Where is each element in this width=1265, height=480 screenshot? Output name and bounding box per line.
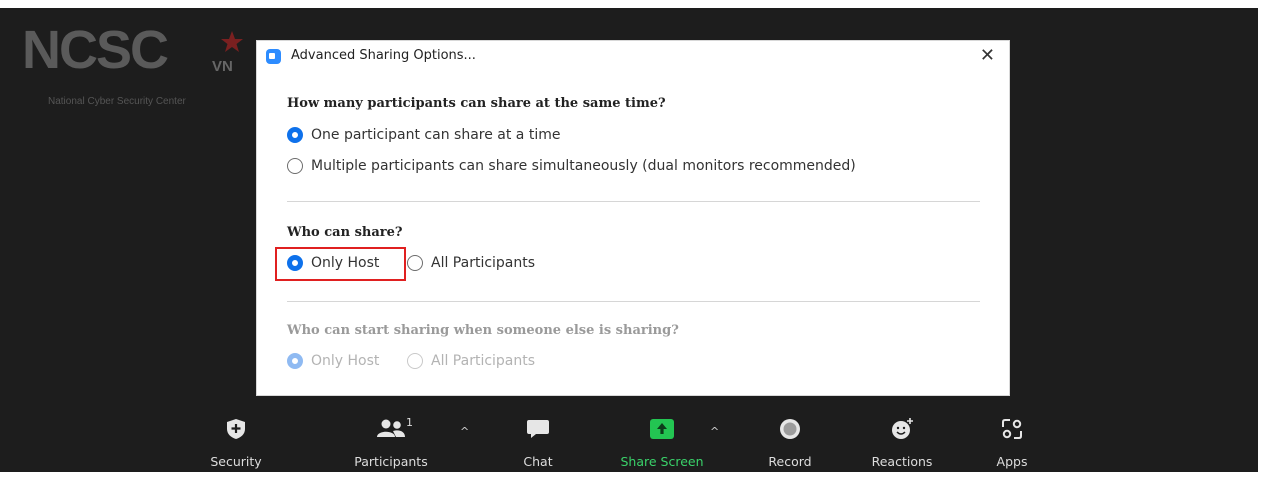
question-simultaneous-share: How many participants can share at the s… xyxy=(287,96,666,111)
close-icon[interactable]: ✕ xyxy=(980,45,995,66)
apps-icon xyxy=(1000,418,1024,440)
radio-unselected-icon xyxy=(407,255,423,271)
radio-selected-icon xyxy=(287,353,303,369)
radio-option-multiple-participants[interactable]: Multiple participants can share simultan… xyxy=(287,158,856,174)
share-screen-caret-icon[interactable]: ^ xyxy=(710,425,719,438)
radio-selected-icon xyxy=(287,127,303,143)
option-label: Only Host xyxy=(311,255,380,271)
participants-label: Participants xyxy=(354,454,428,469)
security-button[interactable]: Security xyxy=(206,412,266,469)
section-divider xyxy=(287,201,980,202)
share-screen-icon xyxy=(650,418,674,440)
option-label: Only Host xyxy=(311,353,380,369)
apps-button[interactable]: Apps xyxy=(990,412,1034,469)
zoom-app-icon xyxy=(266,49,281,64)
watermark-organization: National Cyber Security Center xyxy=(48,96,186,107)
radio-option-all-participants[interactable]: All Participants xyxy=(407,255,535,271)
record-label: Record xyxy=(768,454,812,469)
star-icon xyxy=(221,31,243,52)
radio-unselected-icon xyxy=(407,353,423,369)
reactions-button[interactable]: Reactions xyxy=(860,412,944,469)
radio-option-one-participant[interactable]: One participant can share at a time xyxy=(287,127,560,143)
record-button[interactable]: Record xyxy=(760,412,820,469)
question-who-can-share: Who can share? xyxy=(287,225,403,240)
option-label: Multiple participants can share simultan… xyxy=(311,158,856,174)
radio-option-all-participants-disabled: All Participants xyxy=(407,353,535,369)
watermark-logo: NCSC xyxy=(22,20,169,80)
section-divider xyxy=(287,301,980,302)
chat-label: Chat xyxy=(523,454,553,469)
shield-icon xyxy=(224,418,248,440)
participants-count: 1 xyxy=(406,416,413,429)
dialog-title: Advanced Sharing Options... xyxy=(291,48,476,63)
radio-option-only-host[interactable]: Only Host xyxy=(287,255,379,271)
radio-option-only-host-disabled: Only Host xyxy=(287,353,379,369)
reactions-label: Reactions xyxy=(871,454,933,469)
participants-caret-icon[interactable]: ^ xyxy=(460,425,469,438)
meeting-toolbar: Security 1 Participants ^ Chat Share Scr… xyxy=(0,412,1258,480)
security-label: Security xyxy=(210,454,262,469)
ncsc-watermark: NCSC VN National Cyber Security Center xyxy=(22,20,252,120)
share-screen-label: Share Screen xyxy=(620,454,704,469)
share-screen-button[interactable]: Share Screen xyxy=(610,412,714,469)
apps-label: Apps xyxy=(996,454,1028,469)
option-label: All Participants xyxy=(431,353,536,369)
chat-button[interactable]: Chat xyxy=(514,412,562,469)
radio-unselected-icon xyxy=(287,158,303,174)
meeting-window: NCSC VN National Cyber Security Center A… xyxy=(0,8,1258,472)
chat-bubble-icon xyxy=(526,418,550,440)
participants-button[interactable]: 1 Participants xyxy=(344,412,438,469)
watermark-suffix: VN xyxy=(212,58,233,75)
option-label: One participant can share at a time xyxy=(311,127,561,143)
participants-icon: 1 xyxy=(376,416,413,440)
option-label: All Participants xyxy=(431,255,536,271)
dialog-titlebar: Advanced Sharing Options... ✕ xyxy=(257,41,1009,71)
question-start-sharing-while-sharing: Who can start sharing when someone else … xyxy=(287,323,679,338)
radio-selected-icon xyxy=(287,255,303,271)
emoji-plus-icon xyxy=(890,418,914,440)
record-icon xyxy=(778,418,802,440)
advanced-sharing-dialog: Advanced Sharing Options... ✕ How many p… xyxy=(256,40,1010,396)
